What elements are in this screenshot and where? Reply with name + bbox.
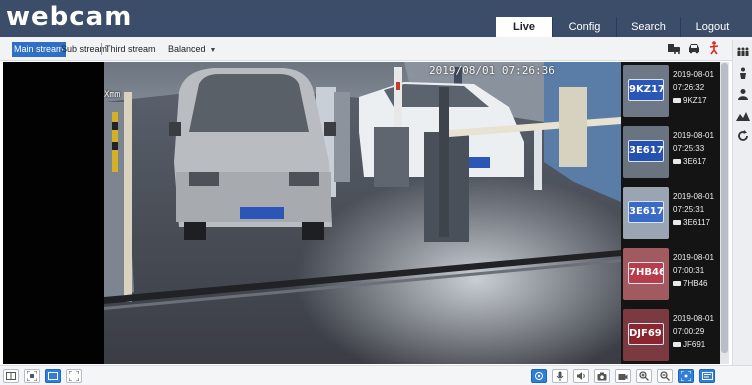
focus-icon[interactable]: [678, 369, 694, 383]
plate-info: 2019-08-01 07:25:33 3E617: [673, 129, 714, 168]
bottom-control-bar: [0, 365, 752, 385]
crowd-icon[interactable]: [734, 106, 752, 124]
zoom-out-icon[interactable]: [657, 369, 673, 383]
list-item[interactable]: 3E617 2019-08-01 07:25:33 3E617: [621, 123, 720, 181]
vehicle-group-icon[interactable]: [667, 41, 681, 55]
plate-number: 7HB46: [628, 262, 664, 284]
plate-thumbnail: 7HB46: [623, 248, 669, 300]
quality-dropdown[interactable]: Balanced ▼: [168, 42, 216, 58]
capture-date: 2019-08-01: [673, 131, 714, 140]
plate-label: JF691: [683, 340, 706, 349]
third-stream-button[interactable]: Third stream: [103, 42, 158, 57]
scrollbar-thumb[interactable]: [721, 63, 728, 353]
camera-scene: [104, 62, 621, 364]
refresh-icon[interactable]: [734, 127, 752, 145]
ptz-icon[interactable]: [531, 369, 547, 383]
plate-info: 2019-08-01 07:26:32 9KZ17: [673, 68, 714, 107]
microphone-icon[interactable]: [552, 369, 568, 383]
empty-video-area: [3, 62, 104, 364]
car-icon: [673, 342, 681, 347]
snapshot-icon[interactable]: [594, 369, 610, 383]
car-icon: [673, 281, 681, 286]
list-item[interactable]: 3E617 2019-08-01 07:25:31 3E6117: [621, 184, 720, 242]
video-timestamp-osd: 2019/08/01 07:26:36: [429, 64, 555, 77]
person-alarm-icon[interactable]: [707, 41, 721, 55]
plate-info: 2019-08-01 07:00:29 JF691: [673, 312, 714, 351]
plate-number: 3E617: [628, 140, 664, 162]
plate-thumbnail: 9KZ17: [623, 65, 669, 117]
tab-config[interactable]: Config: [552, 17, 616, 37]
stream-info-icon[interactable]: [699, 369, 715, 383]
list-item[interactable]: DJF691 2019-08-01 07:00:29 JF691: [621, 306, 720, 364]
main-stream-button[interactable]: Main stream: [12, 42, 66, 57]
car-icon[interactable]: [687, 41, 701, 55]
capture-time: 07:25:33: [673, 144, 705, 153]
capture-date: 2019-08-01: [673, 253, 714, 262]
plate-list-scrollbar[interactable]: [720, 62, 729, 364]
top-header: webcam Live Config Search Logout: [0, 0, 752, 37]
stream-toolbar: Main stream Sub stream Third stream Bala…: [0, 37, 752, 61]
tab-search[interactable]: Search: [616, 17, 680, 37]
fit-screen-icon[interactable]: [24, 369, 40, 383]
tab-live[interactable]: Live: [496, 17, 552, 37]
list-item[interactable]: 9KZ17 2019-08-01 07:26:32 9KZ17: [621, 62, 720, 120]
brand-logo: webcam: [6, 2, 133, 32]
tab-logout[interactable]: Logout: [680, 17, 744, 37]
plate-label: 7HB46: [683, 279, 708, 288]
plate-thumbnail: DJF691: [623, 309, 669, 361]
capture-time: 07:25:31: [673, 205, 705, 214]
capture-time: 07:26:32: [673, 83, 705, 92]
live-video-view[interactable]: 2019/08/01 07:26:36 Xmm: [104, 62, 621, 364]
original-size-icon[interactable]: [45, 369, 61, 383]
plate-label: 3E6117: [683, 218, 710, 227]
record-icon[interactable]: [615, 369, 631, 383]
chevron-down-icon: ▼: [209, 47, 217, 54]
capture-date: 2019-08-01: [673, 70, 714, 79]
live-action-controls: [531, 369, 715, 383]
plate-info: 2019-08-01 07:25:31 3E6117: [673, 190, 714, 229]
zoom-in-icon[interactable]: [636, 369, 652, 383]
capture-date: 2019-08-01: [673, 314, 714, 323]
right-side-panel: [732, 40, 752, 365]
plate-number: 3E617: [628, 201, 664, 223]
list-item[interactable]: 7HB46 2019-08-01 07:00:31 7HB46: [621, 245, 720, 303]
plate-label: 9KZ17: [683, 96, 707, 105]
plate-capture-list: 9KZ17 2019-08-01 07:26:32 9KZ17 3E617 20…: [621, 62, 720, 364]
main-nav-tabs: Live Config Search Logout: [496, 17, 744, 37]
speaker-icon[interactable]: [573, 369, 589, 383]
stream-divider: [101, 43, 102, 55]
car-icon: [673, 220, 681, 225]
capture-time: 07:00:31: [673, 266, 705, 275]
video-osd-label: Xmm: [104, 90, 121, 100]
plate-info: 2019-08-01 07:00:31 7HB46: [673, 251, 714, 290]
plate-thumbnail: 3E617: [623, 126, 669, 178]
view-controls: [3, 369, 82, 383]
capture-time: 07:00:29: [673, 327, 705, 336]
people-icon[interactable]: [734, 43, 752, 61]
plate-number: DJF691: [628, 323, 664, 345]
car-icon: [673, 159, 681, 164]
plate-thumbnail: 3E617: [623, 187, 669, 239]
car-icon: [673, 98, 681, 103]
plate-number: 9KZ17: [628, 79, 664, 101]
plate-label: 3E617: [683, 157, 707, 166]
person-icon[interactable]: [734, 64, 752, 82]
capture-date: 2019-08-01: [673, 192, 714, 201]
quality-value: Balanced: [168, 44, 206, 54]
fullscreen-icon[interactable]: [66, 369, 82, 383]
toolbar-icon-group: [667, 41, 721, 55]
user-icon[interactable]: [734, 85, 752, 103]
split-view-icon[interactable]: [3, 369, 19, 383]
